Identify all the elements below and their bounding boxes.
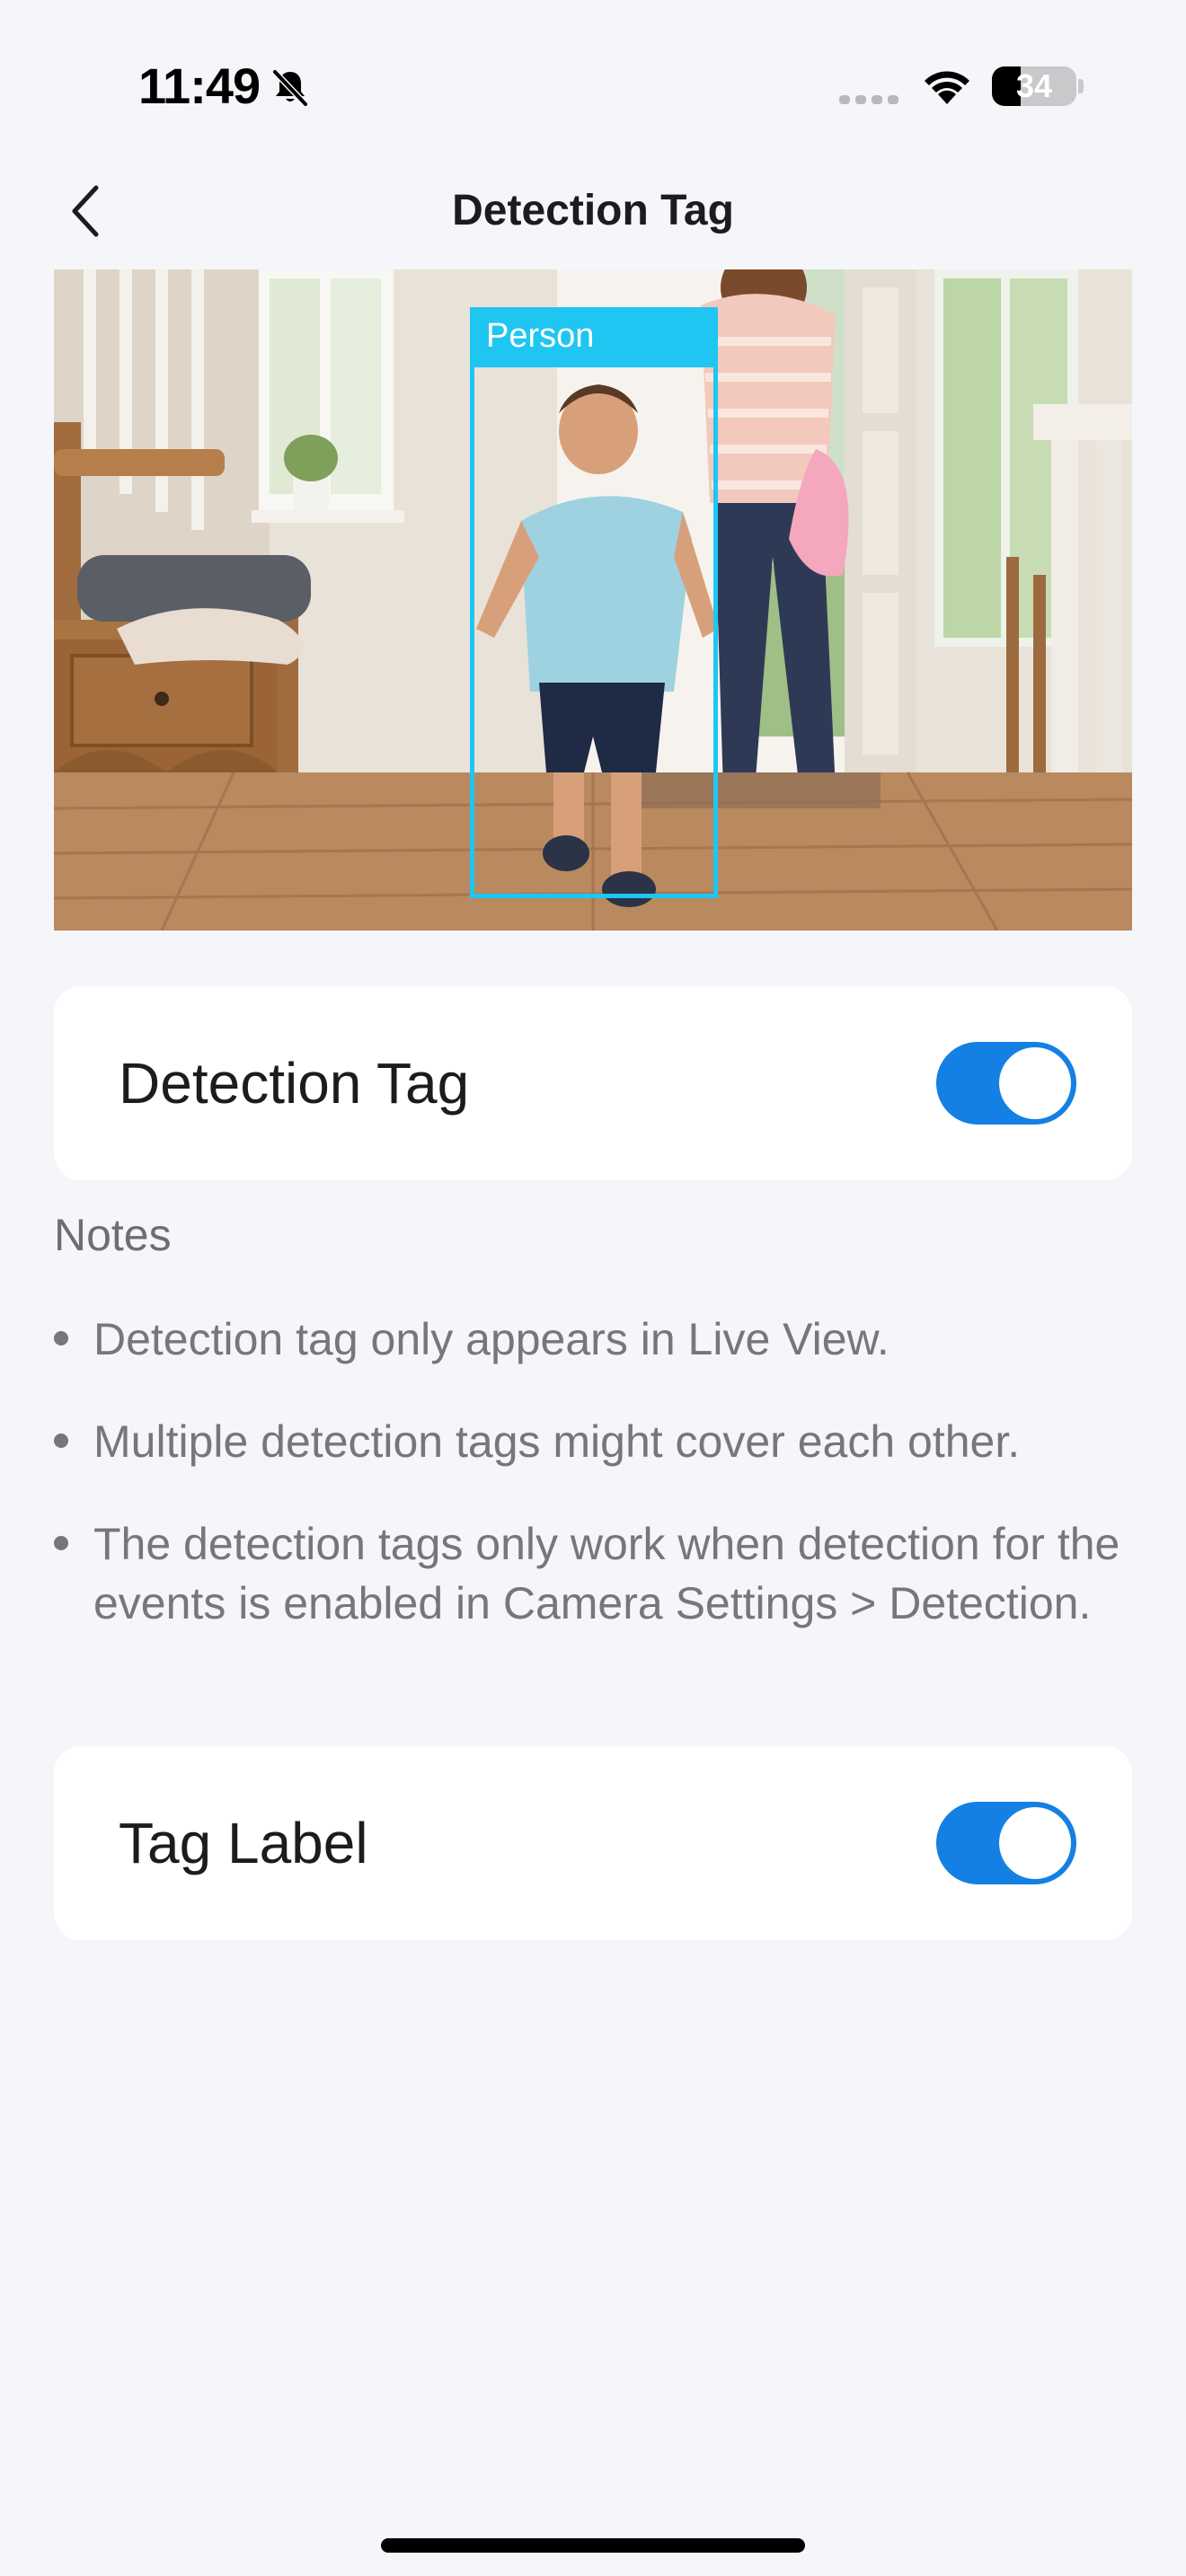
bullet-icon — [54, 1434, 68, 1448]
detection-tag-setting-label: Detection Tag — [119, 1051, 470, 1116]
notes-title: Notes — [54, 1210, 172, 1260]
toggle-knob — [999, 1047, 1071, 1119]
battery-icon: 34 — [992, 66, 1076, 106]
home-indicator[interactable] — [381, 2538, 805, 2553]
toggle-knob — [999, 1807, 1071, 1879]
bullet-icon — [54, 1536, 68, 1550]
bell-slash-icon — [272, 69, 308, 107]
battery-cap — [1078, 79, 1084, 93]
battery-level: 34 — [1015, 67, 1053, 104]
bullet-icon — [54, 1331, 68, 1345]
page-title: Detection Tag — [452, 187, 734, 234]
note-item: Multiple detection tags might cover each… — [54, 1412, 1159, 1475]
note-text: Detection tag only appears in Live View. — [93, 1314, 890, 1364]
detection-tag-setting-card: Detection Tag — [54, 986, 1132, 1180]
tag-label-setting-label: Tag Label — [119, 1811, 368, 1875]
detection-tag-toggle[interactable] — [936, 1042, 1076, 1125]
tag-label-toggle[interactable] — [936, 1802, 1076, 1884]
note-item: Detection tag only appears in Live View. — [54, 1310, 1159, 1372]
wifi-icon — [925, 71, 969, 104]
detection-preview-image: Person — [54, 269, 1132, 931]
note-text: Multiple detection tags might cover each… — [93, 1416, 1021, 1467]
cellular-signal-icon — [839, 95, 898, 104]
status-time: 11:49 — [138, 57, 261, 114]
detection-tag-label: Person — [470, 307, 718, 365]
status-bar: 11:49 34 — [0, 0, 1186, 171]
note-item: The detection tags only work when detect… — [54, 1514, 1159, 1694]
detection-bounding-box — [470, 363, 718, 898]
tag-label-setting-card: Tag Label — [54, 1746, 1132, 1940]
note-text: The detection tags only work when detect… — [93, 1519, 1120, 1628]
